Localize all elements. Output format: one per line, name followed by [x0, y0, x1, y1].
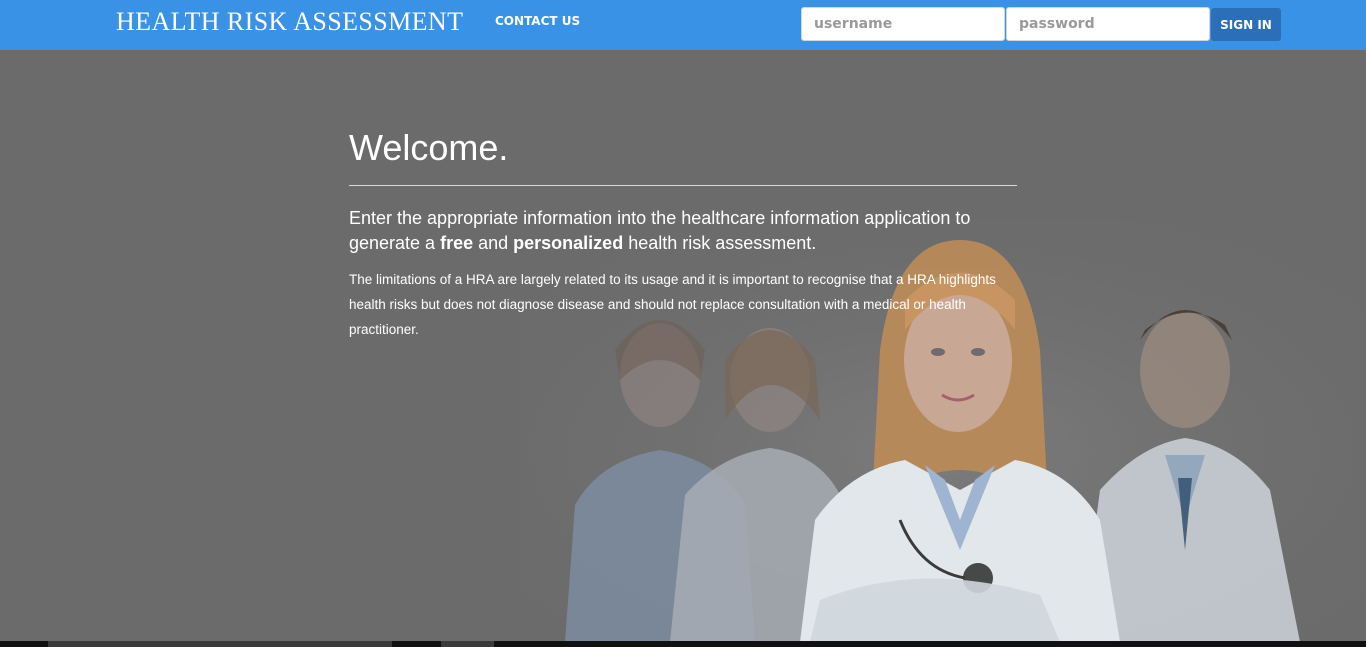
disclaimer-text: The limitations of a HRA are largely rel…: [349, 272, 996, 337]
intro-text: Enter the appropriate information into t…: [349, 206, 1017, 256]
top-navbar: HEALTH RISK ASSESSMENT CONTACT US SIGN I…: [0, 0, 1366, 50]
bottom-strip-segment: [48, 641, 392, 647]
welcome-title: Welcome.: [349, 127, 509, 168]
username-field[interactable]: [801, 7, 1005, 41]
intro-free-emphasis: free: [440, 233, 474, 253]
intro-text-part2: and: [473, 233, 514, 253]
title-divider: [349, 185, 1017, 186]
intro-personalized-emphasis: personalized: [513, 233, 624, 253]
site-brand[interactable]: HEALTH RISK ASSESSMENT: [116, 7, 463, 37]
contact-us-link[interactable]: CONTACT US: [495, 14, 580, 28]
password-field[interactable]: [1006, 7, 1210, 41]
sign-in-button[interactable]: SIGN IN: [1211, 8, 1281, 41]
welcome-section: Welcome. Enter the appropriate informati…: [349, 126, 1017, 342]
bottom-strip-segment: [441, 641, 494, 647]
intro-text-part3: health risk assessment.: [623, 233, 817, 253]
bottom-strip: [0, 641, 1366, 647]
